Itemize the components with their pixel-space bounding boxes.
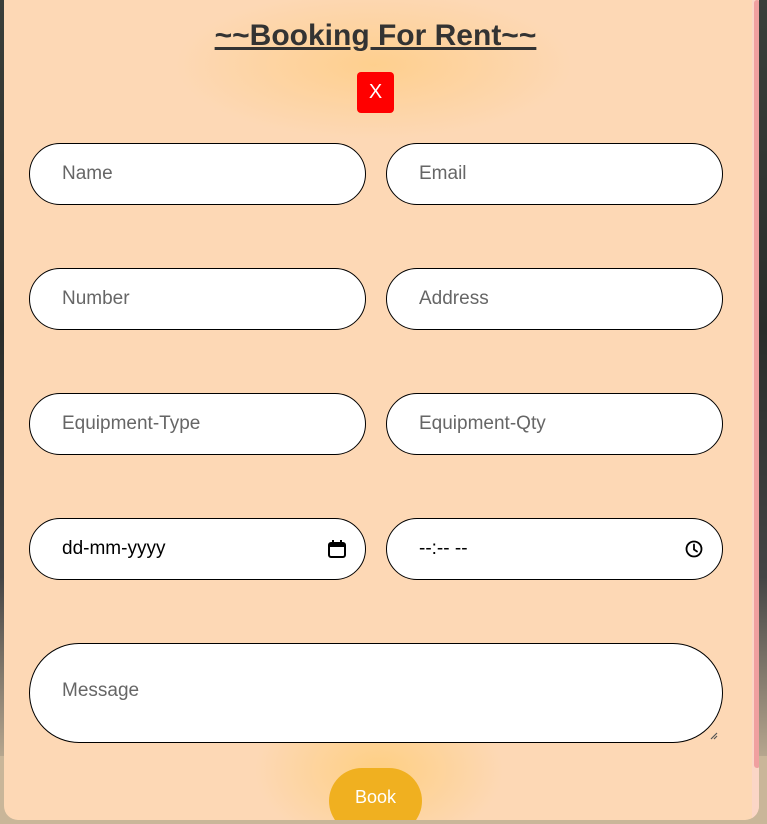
- resize-grip-icon[interactable]: [708, 730, 718, 740]
- date-value: dd-mm-yyyy: [62, 538, 166, 559]
- address-field[interactable]: Address: [386, 268, 723, 330]
- modal-scrollbar[interactable]: [752, 0, 759, 820]
- book-button[interactable]: Book: [329, 768, 422, 820]
- clock-icon[interactable]: [684, 539, 704, 559]
- time-value: --:-- --: [419, 538, 468, 559]
- email-field[interactable]: Email: [386, 143, 723, 205]
- name-field[interactable]: Name: [29, 143, 366, 205]
- time-field[interactable]: --:-- --: [386, 518, 723, 580]
- message-textarea[interactable]: Message: [29, 643, 723, 743]
- date-field[interactable]: dd-mm-yyyy: [29, 518, 366, 580]
- calendar-icon[interactable]: [327, 539, 347, 559]
- scrollbar-thumb[interactable]: [754, 0, 759, 768]
- message-placeholder: Message: [62, 680, 140, 701]
- equipment-qty-field[interactable]: Equipment-Qty: [386, 393, 723, 455]
- close-button[interactable]: X: [357, 72, 394, 113]
- number-field[interactable]: Number: [29, 268, 366, 330]
- equipment-type-field[interactable]: Equipment-Type: [29, 393, 366, 455]
- booking-modal: ~~Booking For Rent~~ X Name Email Number…: [4, 0, 759, 820]
- modal-title: ~~Booking For Rent~~: [214, 19, 537, 52]
